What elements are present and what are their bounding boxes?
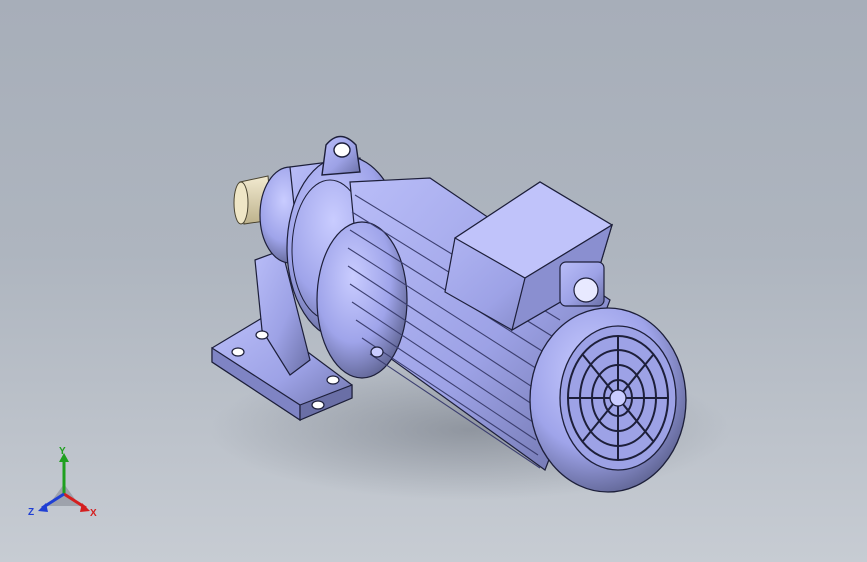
axis-triad: Y X Z [28, 446, 97, 519]
z-axis-label: Z [28, 507, 34, 518]
lifting-eye[interactable] [321, 135, 361, 176]
cad-model-view[interactable] [0, 0, 867, 562]
fan-cover[interactable] [529, 307, 687, 493]
y-axis-label: Y [59, 446, 66, 457]
x-axis-label: X [90, 508, 97, 519]
graphics-viewport[interactable]: Y X Z [0, 0, 867, 562]
